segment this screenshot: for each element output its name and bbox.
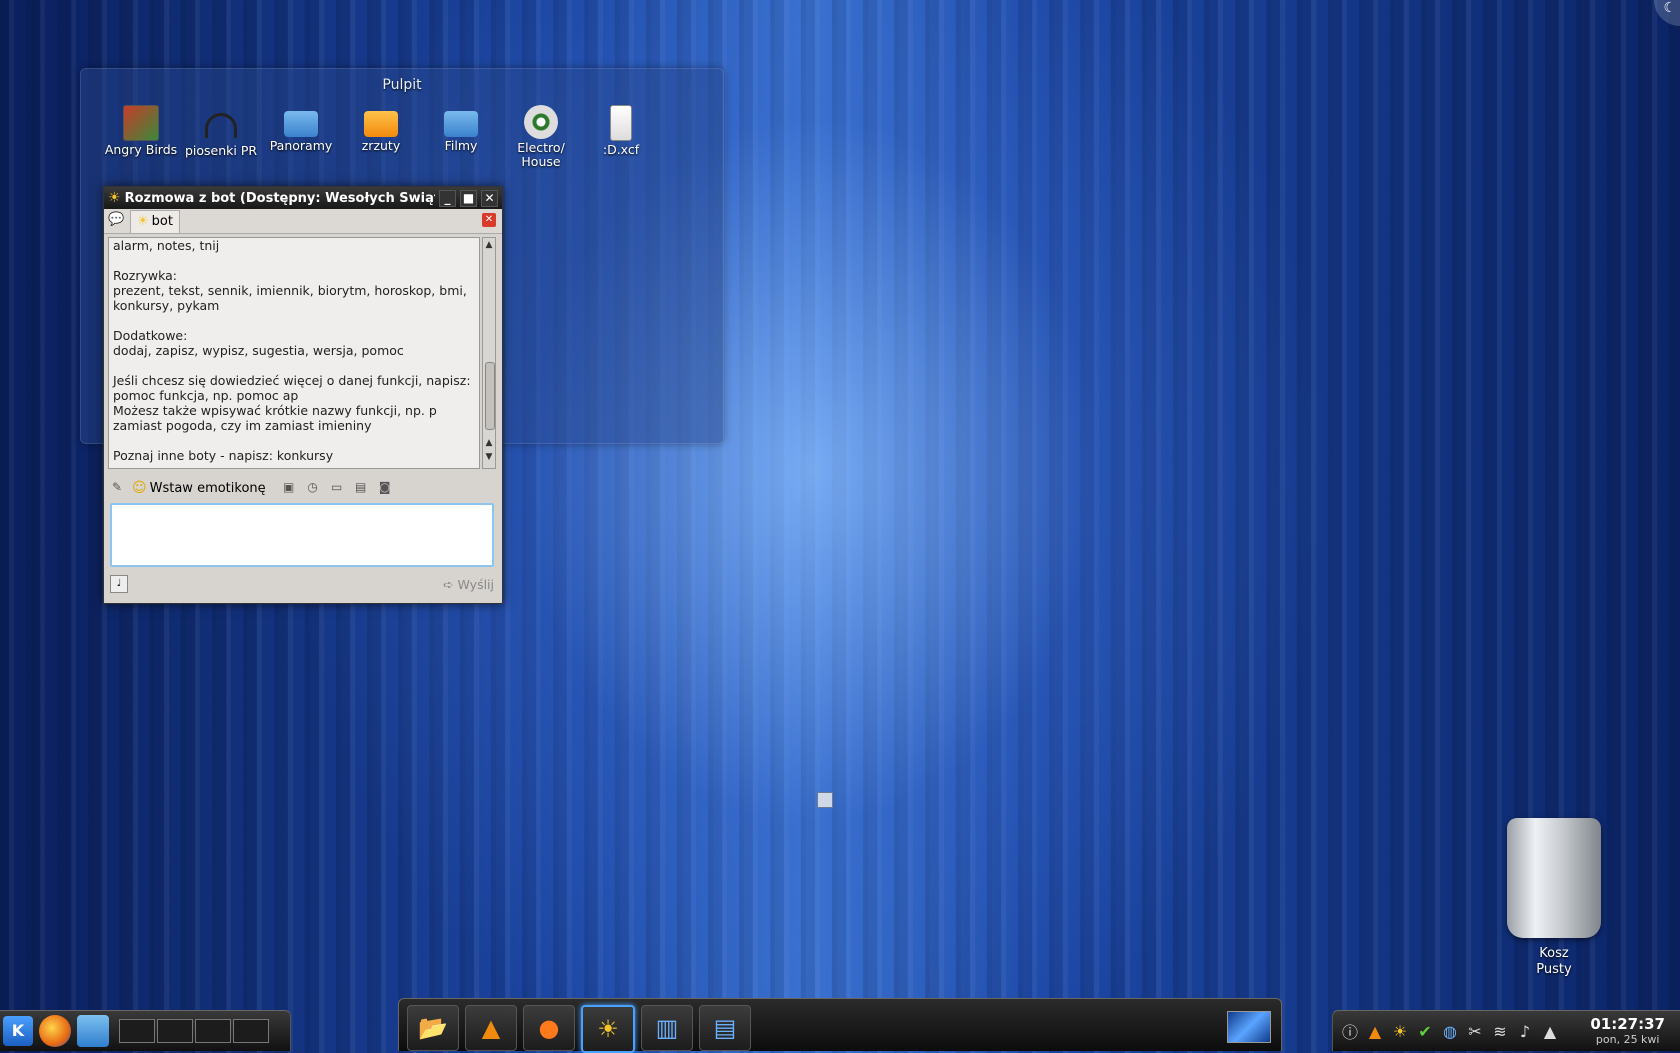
wifi-icon[interactable]: ≋ <box>1489 1022 1511 1041</box>
dolphin-icon[interactable]: ▥ <box>641 1005 693 1051</box>
system-tray: ⓘ ▲ ☀ ✔ ◍ ✂ ≋ ♪ ▲ <box>1339 1019 1564 1043</box>
weather-icon[interactable]: ☀ <box>1389 1022 1411 1041</box>
chat-scrollbar[interactable]: ▲ ▲ ▼ <box>482 237 496 469</box>
chat-line: Jeśli chcesz się dowiedzieć więcej o dan… <box>113 373 471 433</box>
message-toolbar: ✎ ☺ Wstaw emotikonę ▣ ◷ ▭ ▤ ◙ <box>108 477 496 499</box>
tab-bar: 💬 ☀ bot ✕ <box>104 209 502 234</box>
vlc-tray-icon[interactable]: ▲ <box>1364 1022 1386 1041</box>
close-tab-icon[interactable]: ✕ <box>482 213 496 227</box>
pager-desktop[interactable] <box>233 1019 269 1043</box>
camera-icon[interactable]: ◙ <box>376 480 394 496</box>
documents-icon[interactable]: ▤ <box>699 1005 751 1051</box>
chat-line: Poznaj inne boty - napisz: konkursy <box>113 448 334 463</box>
trash-label: Kosz <box>1539 946 1569 961</box>
minimize-button[interactable]: _ <box>439 189 456 207</box>
sun-status-icon: ☀ <box>137 214 149 229</box>
chat-bubble-icon[interactable]: 💬 <box>108 212 128 230</box>
trash-icon[interactable]: Kosz Pusty <box>1496 818 1612 978</box>
message-input[interactable] <box>110 503 494 567</box>
send-button[interactable]: ➪ Wyślij <box>443 577 494 592</box>
add-image-icon[interactable]: ▣ <box>280 480 298 496</box>
folder-icon <box>284 111 318 137</box>
favorites-launcher-icon[interactable] <box>77 1015 109 1047</box>
game-icon <box>123 105 159 141</box>
clock[interactable]: 01:27:37 pon, 25 kwi <box>1590 1015 1665 1046</box>
pager-desktop[interactable] <box>195 1019 231 1043</box>
scroll-down-icon[interactable]: ▼ <box>483 452 495 462</box>
folder-icon[interactable]: ▭ <box>328 480 346 496</box>
trash-status: Pusty <box>1536 962 1572 977</box>
desktop-icon-filmy[interactable]: Filmy <box>421 105 501 169</box>
file-manager-icon[interactable]: 📂 <box>407 1005 459 1051</box>
tab-bot[interactable]: ☀ bot <box>130 209 180 233</box>
update-icon[interactable]: ✔ <box>1414 1022 1436 1041</box>
options-icon[interactable]: ♩ <box>110 575 128 593</box>
scroll-thumb[interactable] <box>485 362 495 430</box>
smile-icon: ☺ <box>132 480 147 496</box>
folder-icon <box>364 111 398 137</box>
panel-right: ⓘ ▲ ☀ ✔ ◍ ✂ ≋ ♪ ▲ 01:27:37 pon, 25 kwi <box>1332 1010 1680 1051</box>
scroll-down-icon[interactable]: ▲ <box>483 438 495 448</box>
chat-log[interactable]: alarm, notes, tnij Rozrywka: prezent, te… <box>108 237 480 469</box>
send-bar: ♩ ➪ Wyślij <box>110 573 494 595</box>
clock-icon[interactable]: ◷ <box>304 480 322 496</box>
network-globe-icon[interactable]: ◍ <box>1439 1022 1461 1041</box>
pager-desktop[interactable] <box>119 1019 155 1043</box>
expand-tray-icon[interactable]: ▲ <box>1539 1022 1561 1041</box>
desktop-icon-zrzuty[interactable]: zrzuty <box>341 105 421 169</box>
insert-emoticon-button[interactable]: ☺ Wstaw emotikonę <box>132 480 266 496</box>
chat-window: ☀ Rozmowa z bot (Dostępny: Wesołych Świą… <box>103 186 503 604</box>
window-title: Rozmowa z bot (Dostępny: Wesołych Świąt) <box>124 190 435 206</box>
desktop-small-icon[interactable] <box>817 792 833 808</box>
toolbox-corner[interactable]: ☾ <box>1654 0 1680 26</box>
desktop-icon-angry-birds[interactable]: Angry Birds <box>101 105 181 169</box>
kde-menu-button[interactable]: K <box>3 1016 33 1046</box>
sun-status-icon: ☀ <box>108 190 121 206</box>
window-titlebar[interactable]: ☀ Rozmowa z bot (Dostępny: Wesołych Świą… <box>104 187 502 209</box>
firefox-launcher-icon[interactable] <box>39 1015 71 1047</box>
clock-date: pon, 25 kwi <box>1595 1033 1660 1046</box>
chat-line: Rozrywka: prezent, tekst, sennik, imienn… <box>113 268 467 313</box>
desktop-icon-piosenki[interactable]: piosenki PR <box>181 105 261 169</box>
close-button[interactable]: ✕ <box>481 189 498 207</box>
show-desktop-button[interactable] <box>1227 1011 1271 1043</box>
trash-can-icon <box>1507 818 1601 938</box>
music-disc-icon <box>524 105 558 139</box>
video-folder-icon <box>444 111 478 137</box>
pager-desktop[interactable] <box>157 1019 193 1043</box>
firefox-icon[interactable]: ● <box>523 1005 575 1051</box>
scissors-icon[interactable]: ✂ <box>1464 1022 1486 1041</box>
scroll-up-icon[interactable]: ▲ <box>483 240 495 250</box>
chat-sun-icon[interactable]: ☀ <box>581 1005 635 1053</box>
desktop-icon-panoramy[interactable]: Panoramy <box>261 105 341 169</box>
tab-label: bot <box>151 214 173 229</box>
volume-icon[interactable]: ♪ <box>1514 1022 1536 1041</box>
folder-view-title: Pulpit <box>382 77 422 93</box>
contact-card-icon[interactable]: ▤ <box>352 480 370 496</box>
maximize-button[interactable]: ■ <box>460 189 477 207</box>
chat-line: Dodatkowe: dodaj, zapisz, wypisz, sugest… <box>113 328 404 358</box>
vlc-icon[interactable]: ▲ <box>465 1005 517 1051</box>
image-file-icon <box>610 105 632 141</box>
desktop-pager <box>119 1019 271 1043</box>
chat-line: alarm, notes, tnij <box>113 238 220 253</box>
desktop-icon-electro-house[interactable]: Electro/ House <box>501 105 581 169</box>
headphones-icon <box>205 113 237 138</box>
clock-time: 01:27:37 <box>1590 1015 1665 1033</box>
info-icon[interactable]: ⓘ <box>1339 1019 1361 1043</box>
taskbar: 📂 ▲ ● ☀ ▥ ▤ <box>398 998 1282 1053</box>
eraser-icon[interactable]: ✎ <box>108 480 126 496</box>
panel-left: K <box>0 1010 291 1051</box>
desktop-icon-xcf[interactable]: :D.xcf <box>581 105 661 169</box>
